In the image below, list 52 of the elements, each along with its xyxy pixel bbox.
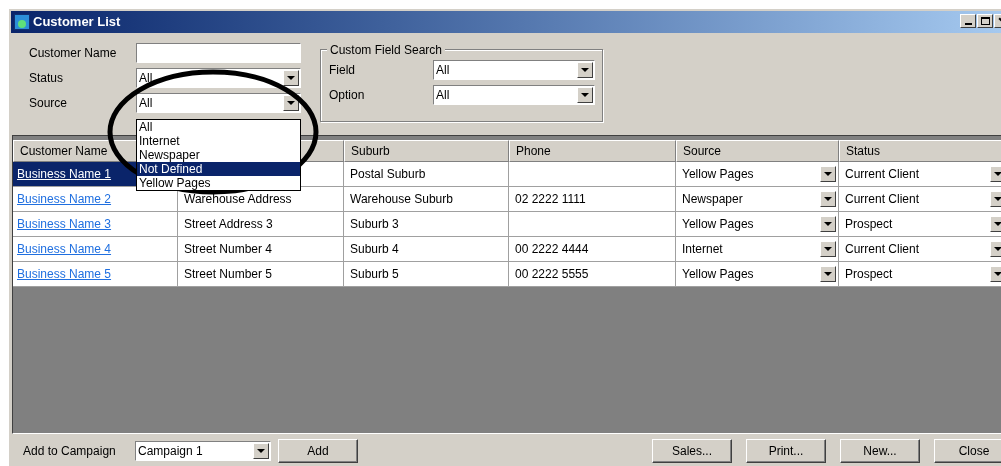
minimize-icon[interactable] [960, 14, 976, 28]
dropdown-cell[interactable]: Yellow Pages [676, 161, 839, 187]
table-cell: Street Address 3 [178, 211, 344, 237]
link[interactable]: Business Name 4 [17, 239, 112, 258]
table-cell: Warehouse Suburb [344, 186, 509, 212]
maximize-icon[interactable] [977, 14, 993, 28]
link[interactable]: Business Name 5 [17, 264, 112, 283]
link[interactable]: Business Name 3 [17, 214, 112, 233]
table-cell: Suburb 3 [344, 211, 509, 237]
field-label: Status [29, 70, 65, 88]
dropdown-cell[interactable]: Prospect [839, 211, 1001, 237]
button[interactable]: Close [934, 439, 1001, 464]
table-cell: Postal Suburb [344, 161, 509, 187]
link[interactable]: Business Name 2 [17, 189, 112, 208]
field-label: Source [29, 95, 69, 113]
app-icon [14, 13, 30, 30]
field-label: Add to Campaign [23, 443, 117, 461]
dropdown-field[interactable]: Campaign 1 [135, 441, 271, 462]
table-cell: 02 2222 1111 [509, 186, 676, 212]
dropdown-cell[interactable]: Current Client [839, 236, 1001, 262]
dropdown-cell[interactable]: Current Client [839, 186, 1001, 212]
dropdown-cell[interactable]: Prospect [839, 261, 1001, 287]
table-cell: Suburb 5 [344, 261, 509, 287]
button[interactable]: New... [840, 439, 920, 464]
column-header: Phone [509, 139, 676, 162]
link[interactable]: Business Name 1 [17, 164, 112, 183]
table-cell: 00 2222 5555 [509, 261, 676, 287]
dropdown-cell[interactable]: Internet [676, 236, 839, 262]
dropdown-field[interactable]: All [433, 85, 595, 106]
window-title: Customer List [33, 13, 121, 32]
dropdown-cell[interactable]: Newspaper [676, 186, 839, 212]
dropdown-field[interactable]: All [136, 93, 301, 114]
column-header: Status [839, 139, 1001, 162]
table-cell: 00 2222 4444 [509, 236, 676, 262]
field-label: Field [329, 62, 356, 80]
dropdown-cell[interactable]: Current Client [839, 161, 1001, 187]
dropdown-cell[interactable]: Yellow Pages [676, 261, 839, 287]
table-cell: Street Number 5 [178, 261, 344, 287]
field-label: Option [329, 87, 366, 105]
dropdown-option[interactable]: All [137, 120, 300, 134]
text-input-field[interactable] [136, 43, 301, 64]
column-header: Suburb [344, 139, 509, 162]
column-header: Source [676, 139, 839, 162]
table-cell: Street Number 4 [178, 236, 344, 262]
field-label: Customer Name [29, 45, 118, 63]
dropdown-option[interactable]: Not Defined [137, 162, 300, 176]
dropdown-cell[interactable]: Yellow Pages [676, 211, 839, 237]
button[interactable]: Print... [746, 439, 826, 464]
table-cell: Suburb 4 [344, 236, 509, 262]
dropdown-field[interactable]: All [433, 60, 595, 81]
button[interactable]: Sales... [652, 439, 732, 464]
button[interactable]: Add [278, 439, 358, 464]
